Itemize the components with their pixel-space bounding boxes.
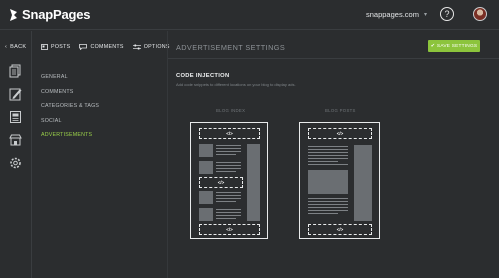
text-line bbox=[308, 213, 338, 215]
blog-posts-label: BLOG POSTS bbox=[325, 108, 356, 113]
blog-icon[interactable] bbox=[9, 110, 22, 124]
text-line bbox=[216, 165, 241, 167]
text-line bbox=[216, 198, 241, 200]
section-title: CODE INJECTION bbox=[176, 73, 230, 79]
text-line bbox=[308, 161, 338, 163]
text-line bbox=[216, 145, 241, 147]
avatar[interactable] bbox=[473, 7, 487, 21]
code-slot-index-bottom[interactable]: </> bbox=[199, 224, 260, 235]
check-icon: ✔ bbox=[430, 43, 435, 49]
post-thumbnail bbox=[199, 144, 213, 157]
chevron-down-icon: ▾ bbox=[423, 12, 427, 18]
text-line bbox=[308, 198, 348, 200]
sidebar-block bbox=[247, 144, 260, 221]
header-divider bbox=[168, 58, 499, 59]
help-button[interactable]: ? bbox=[440, 7, 454, 21]
menu-item-comments[interactable]: COMMENTS bbox=[41, 89, 99, 104]
settings-icon[interactable] bbox=[9, 156, 22, 170]
text-line bbox=[308, 155, 348, 157]
text-line bbox=[216, 201, 236, 203]
sidebar-block bbox=[354, 145, 372, 221]
panel-divider bbox=[167, 31, 168, 278]
text-line bbox=[308, 152, 348, 154]
store-icon[interactable] bbox=[9, 133, 22, 147]
options-icon bbox=[132, 44, 141, 50]
code-slot-index-middle[interactable]: </> bbox=[199, 177, 243, 188]
text-line bbox=[308, 201, 348, 203]
tab-posts[interactable]: POSTS bbox=[41, 44, 70, 50]
menu-item-general[interactable]: GENERAL bbox=[41, 74, 99, 89]
text-line bbox=[308, 146, 348, 148]
blog-tabs: POSTS COMMENTS OPTIONS bbox=[41, 44, 170, 50]
chevron-left-icon: ‹ bbox=[5, 44, 8, 50]
text-line bbox=[308, 210, 348, 212]
design-icon[interactable] bbox=[9, 87, 22, 101]
menu-item-categories-tags[interactable]: CATEGORIES & TAGS bbox=[41, 103, 99, 118]
blog-posts-layout: </> </> bbox=[299, 122, 380, 239]
tab-options[interactable]: OPTIONS bbox=[132, 44, 170, 50]
text-line bbox=[308, 149, 348, 151]
save-settings-button[interactable]: ✔ SAVE SETTINGS bbox=[428, 40, 480, 52]
logo-icon bbox=[10, 8, 17, 21]
code-slot-post-top[interactable]: </> bbox=[308, 128, 372, 139]
site-selector[interactable]: snappages.com ▾ bbox=[366, 10, 427, 19]
settings-menu: GENERAL COMMENTS CATEGORIES & TAGS SOCIA… bbox=[41, 74, 99, 147]
page-title: ADVERTISEMENT SETTINGS bbox=[176, 43, 286, 52]
tab-comments-label: COMMENTS bbox=[90, 44, 124, 50]
text-line bbox=[216, 148, 241, 150]
logo-text: SnapPages bbox=[22, 7, 91, 22]
post-thumbnail bbox=[199, 161, 213, 174]
text-line bbox=[308, 158, 348, 160]
save-settings-label: SAVE SETTINGS bbox=[436, 43, 478, 49]
back-label: BACK bbox=[10, 44, 27, 50]
post-image bbox=[308, 170, 348, 194]
blog-index-label: BLOG INDEX bbox=[216, 108, 246, 113]
text-line bbox=[308, 204, 348, 206]
menu-item-advertisements[interactable]: ADVERTISEMENTS bbox=[41, 132, 99, 147]
text-line bbox=[216, 151, 241, 153]
text-line bbox=[216, 154, 236, 156]
code-slot-index-top[interactable]: </> bbox=[199, 128, 260, 139]
text-line bbox=[216, 195, 241, 197]
post-thumbnail bbox=[199, 191, 213, 204]
text-line bbox=[216, 218, 236, 220]
text-line bbox=[308, 207, 348, 209]
text-line bbox=[216, 215, 241, 217]
tab-comments[interactable]: COMMENTS bbox=[79, 44, 123, 50]
tab-posts-label: POSTS bbox=[51, 44, 71, 50]
comments-icon bbox=[79, 44, 88, 50]
top-bar: SnapPages snappages.com ▾ ? bbox=[0, 0, 499, 30]
pages-icon[interactable] bbox=[9, 64, 22, 78]
code-slot-post-bottom[interactable]: </> bbox=[308, 224, 372, 235]
text-line bbox=[308, 164, 348, 166]
posts-icon bbox=[41, 44, 48, 50]
back-button[interactable]: ‹ BACK bbox=[5, 44, 26, 50]
post-thumbnail bbox=[199, 208, 213, 221]
text-line bbox=[216, 171, 236, 173]
text-line bbox=[216, 168, 241, 170]
text-line bbox=[216, 212, 241, 214]
text-line bbox=[216, 209, 241, 211]
section-description: Add code snippets to different locations… bbox=[176, 82, 296, 87]
site-name: snappages.com bbox=[366, 10, 419, 19]
blog-index-layout: </> </> </> bbox=[190, 122, 268, 239]
menu-item-social[interactable]: SOCIAL bbox=[41, 118, 99, 133]
text-line bbox=[216, 162, 241, 164]
snappages-logo[interactable]: SnapPages bbox=[8, 7, 90, 22]
text-line bbox=[216, 192, 241, 194]
tab-options-label: OPTIONS bbox=[143, 44, 170, 50]
